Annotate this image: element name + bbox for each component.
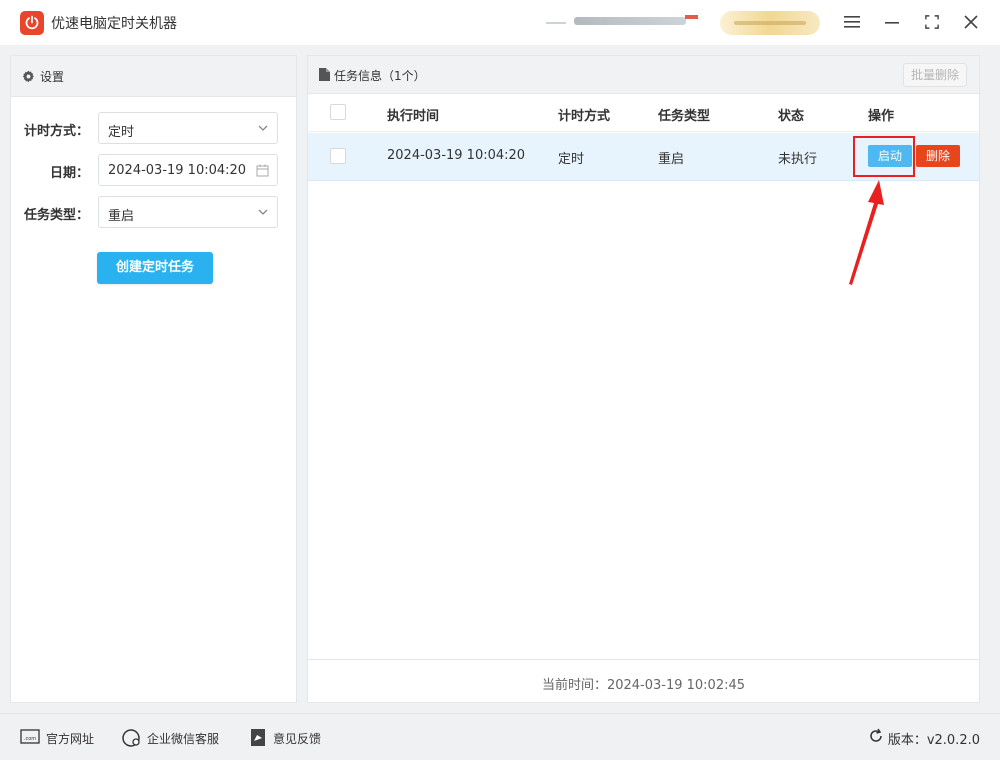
cell-status: 未执行 <box>778 152 818 167</box>
column-header: 操作 <box>868 109 895 124</box>
chevron-down-icon <box>257 206 269 222</box>
batch-delete-button[interactable]: 批量删除 <box>903 63 967 87</box>
timing-mode-row: 计时方式： 定时 <box>11 112 298 144</box>
feedback-icon <box>250 728 266 752</box>
timing-mode-label: 计时方式： <box>23 124 89 139</box>
settings-title: 设置 <box>40 70 65 84</box>
status-bar: .com 官方网址 企业微信客服 意见反馈 版本：v2.0.2.0 <box>0 713 1000 760</box>
website-icon: .com <box>20 728 40 750</box>
annotation-arrow-icon <box>849 180 884 285</box>
column-header: 任务类型 <box>658 109 711 124</box>
feedback-link[interactable]: 意见反馈 <box>250 728 330 748</box>
wechat-support-link[interactable]: 企业微信客服 <box>122 728 232 748</box>
gear-icon <box>22 70 35 87</box>
delete-button[interactable]: 删除 <box>916 145 960 167</box>
divider <box>308 659 979 660</box>
date-picker[interactable]: 2024-03-19 10:04:20 <box>98 154 278 186</box>
chat-icon <box>122 728 142 752</box>
cell-mode: 定时 <box>558 152 585 167</box>
column-header: 计时方式 <box>558 109 611 124</box>
version-label: 版本：v2.0.2.0 <box>887 733 980 748</box>
svg-text:.com: .com <box>24 736 36 742</box>
date-row: 日期： 2024-03-19 10:04:20 <box>11 154 298 186</box>
task-type-select[interactable]: 重启 <box>98 196 278 228</box>
task-panel: 任务信息（1个） 批量删除 执行时间 计时方式 任务类型 状态 操作 2024-… <box>307 55 980 703</box>
task-type-label: 任务类型： <box>23 208 89 223</box>
chevron-down-icon <box>257 122 269 138</box>
date-label: 日期： <box>49 166 89 181</box>
title-bar: 优速电脑定时关机器 <box>0 0 1000 45</box>
website-label: 官方网址 <box>46 732 95 746</box>
row-checkbox[interactable] <box>330 148 346 164</box>
task-title: 任务信息（1个） <box>334 69 426 83</box>
wechat-label: 企业微信客服 <box>147 732 220 746</box>
cell-time: 2024-03-19 10:04:20 <box>387 148 526 163</box>
version-info: 版本：v2.0.2.0 <box>870 728 980 748</box>
close-icon[interactable] <box>959 10 983 34</box>
maximize-icon[interactable] <box>920 10 944 34</box>
column-header: 状态 <box>778 109 805 124</box>
table-header: 执行时间 计时方式 任务类型 状态 操作 <box>308 94 979 132</box>
blurred-link[interactable] <box>546 10 698 32</box>
settings-panel: 设置 计时方式： 定时 日期： 2024-03-19 10:04:20 任务类型… <box>10 55 297 703</box>
blurred-promo-button[interactable] <box>720 11 820 35</box>
minimize-icon[interactable] <box>880 10 904 34</box>
create-task-button[interactable]: 创建定时任务 <box>97 252 213 284</box>
settings-header: 设置 <box>11 56 296 97</box>
task-header: 任务信息（1个） 批量删除 <box>308 56 979 94</box>
calendar-icon <box>256 164 269 181</box>
select-all-checkbox[interactable] <box>330 104 346 120</box>
timing-mode-select[interactable]: 定时 <box>98 112 278 144</box>
table-row[interactable]: 2024-03-19 10:04:20 定时 重启 未执行 启动 删除 <box>308 133 979 181</box>
task-type-value: 重启 <box>108 209 135 224</box>
power-logo-icon <box>20 11 44 35</box>
current-time: 当前时间：2024-03-19 10:02:45 <box>541 678 746 693</box>
timing-mode-value: 定时 <box>108 125 135 140</box>
menu-icon[interactable] <box>840 10 864 34</box>
date-value: 2024-03-19 10:04:20 <box>108 163 247 178</box>
start-button[interactable]: 启动 <box>868 145 912 167</box>
feedback-label: 意见反馈 <box>273 732 322 746</box>
cell-type: 重启 <box>658 152 685 167</box>
document-icon <box>319 68 330 85</box>
app-title: 优速电脑定时关机器 <box>51 16 177 32</box>
refresh-icon[interactable] <box>868 728 884 748</box>
column-header: 执行时间 <box>387 109 440 124</box>
task-type-row: 任务类型： 重启 <box>11 196 298 228</box>
website-link[interactable]: .com 官方网址 <box>20 728 100 748</box>
